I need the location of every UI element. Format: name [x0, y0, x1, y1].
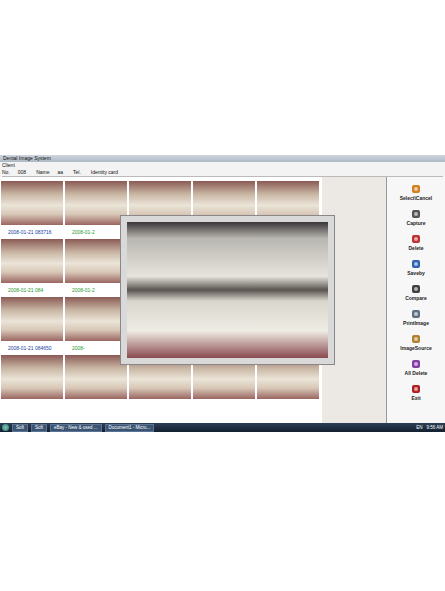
thumbnail[interactable] — [65, 181, 127, 225]
toolbar-label: Compare — [405, 295, 427, 301]
toolbar-label: Capture — [407, 220, 426, 226]
bottom-margin — [0, 432, 445, 591]
window-title: Dental Image System — [0, 155, 445, 162]
client-field: Name aa — [36, 169, 63, 175]
start-icon[interactable] — [2, 424, 9, 431]
app-window: Dental Image SystemClientNo.008NameaaTel… — [0, 155, 445, 432]
field-value[interactable]: 008 — [18, 169, 26, 175]
thumbnail-date: 2008-01-2 — [64, 229, 128, 235]
tool-icon[interactable] — [410, 333, 422, 345]
thumbnail[interactable] — [65, 239, 127, 283]
toolbar-label: All Delete — [405, 370, 428, 376]
field-label: Name — [36, 169, 49, 175]
language[interactable]: EN — [416, 425, 422, 431]
toolbar-label: PrintImage — [403, 320, 429, 326]
toolbar-button[interactable]: Exit — [410, 383, 422, 405]
toolbar-label: ImageSource — [400, 345, 431, 351]
label-row — [0, 399, 322, 413]
toolbar-button[interactable]: All Delete — [405, 358, 428, 380]
toolbar-label: Delete — [408, 245, 423, 251]
thumbnail[interactable] — [1, 297, 63, 341]
taskbar-item[interactable]: eBay - New & used ... — [50, 424, 102, 432]
taskbar-item[interactable]: Soft — [31, 424, 47, 432]
preview-photo — [127, 222, 328, 358]
toolbar-button[interactable]: Delete — [408, 233, 423, 255]
thumbnail[interactable] — [65, 297, 127, 341]
tool-icon[interactable] — [410, 183, 422, 195]
toolbar-label: Exit — [411, 395, 420, 401]
thumbnail[interactable] — [1, 239, 63, 283]
field-label: Tel. — [73, 169, 81, 175]
toolbar-label: Saveby — [407, 270, 425, 276]
client-panel: ClientNo.008NameaaTel.Identity card — [0, 162, 445, 177]
client-fields: No. 008 Name aa Tel. Identity card — [2, 168, 443, 177]
toolbar: Select\Cancel Capture Delete Saveby Compare P… — [386, 177, 445, 423]
toolbar-button[interactable]: PrintImage — [403, 308, 429, 330]
thumbnail[interactable] — [65, 355, 127, 399]
field-label: Identity card — [91, 169, 118, 175]
toolbar-button[interactable]: ImageSource — [400, 333, 431, 355]
taskbar-item[interactable]: Soft — [12, 424, 28, 432]
image-preview — [120, 215, 335, 365]
tool-icon[interactable] — [410, 258, 422, 270]
tool-icon[interactable] — [410, 283, 422, 295]
thumbnail[interactable] — [1, 181, 63, 225]
thumbnail-date: 2008- — [64, 345, 128, 351]
top-margin — [0, 0, 445, 155]
toolbar-button[interactable]: Select\Cancel — [400, 183, 433, 205]
field-value[interactable]: aa — [57, 169, 63, 175]
client-field: Tel. — [73, 169, 81, 175]
tool-icon[interactable] — [410, 233, 422, 245]
client-field: No. 008 — [2, 169, 26, 175]
tool-icon[interactable] — [410, 358, 422, 370]
toolbar-button[interactable]: Capture — [407, 208, 426, 230]
thumbnail-date: 2008-01-2 — [64, 287, 128, 293]
field-label: No. — [2, 169, 10, 175]
main-area: 2008-01-21 0837162008-01-22008-01-21 084… — [0, 177, 445, 423]
clock: 9:56 AM — [426, 425, 443, 431]
system-tray: EN 9:56 AM — [416, 425, 443, 431]
toolbar-button[interactable]: Saveby — [407, 258, 425, 280]
taskbar: SoftSofteBay - New & used ...Document1 -… — [0, 423, 445, 432]
thumbnail-date: 2008-01-21 084650 — [0, 345, 64, 351]
thumbnail[interactable] — [1, 355, 63, 399]
toolbar-label: Select\Cancel — [400, 195, 433, 201]
tool-icon[interactable] — [410, 383, 422, 395]
taskbar-item[interactable]: Document1 - Micro... — [105, 424, 155, 432]
thumbnail-date: 2008-01-21 084 — [0, 287, 64, 293]
client-field: Identity card — [91, 169, 118, 175]
tool-icon[interactable] — [410, 208, 422, 220]
thumbnail-date: 2008-01-21 083716 — [0, 229, 64, 235]
tool-icon[interactable] — [410, 308, 422, 320]
toolbar-button[interactable]: Compare — [405, 283, 427, 305]
